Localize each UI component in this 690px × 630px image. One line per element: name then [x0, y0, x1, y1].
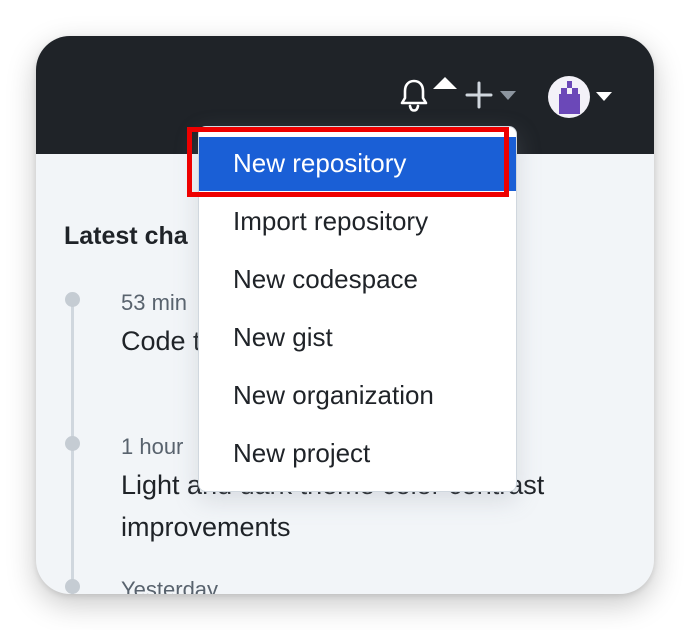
menu-item-new-project[interactable]: New project	[199, 427, 516, 481]
menu-item-new-gist[interactable]: New gist	[199, 311, 516, 365]
avatar	[548, 76, 590, 118]
feed-item-time: 53 min	[121, 290, 188, 315]
user-menu-button[interactable]	[546, 76, 614, 120]
chevron-down-icon	[596, 92, 612, 101]
plus-icon	[465, 81, 493, 109]
menu-item-new-codespace[interactable]: New codespace	[199, 253, 516, 307]
highlight-annotation	[187, 127, 509, 197]
feed-heading: Latest cha	[64, 222, 188, 250]
timeline-dot	[65, 436, 80, 451]
avatar-identicon-icon	[559, 81, 580, 114]
timeline-dot	[65, 579, 80, 594]
notifications-button[interactable]	[398, 78, 430, 112]
menu-item-label: New organization	[233, 380, 434, 410]
bell-icon	[400, 79, 428, 112]
menu-item-new-organization[interactable]: New organization	[199, 369, 516, 423]
menu-item-label: Import repository	[233, 206, 429, 236]
menu-item-label: New codespace	[233, 264, 418, 294]
feed-item-time: Yesterday	[121, 577, 219, 594]
feed-item-time: 1 hour	[121, 434, 184, 459]
menu-item-label: New project	[233, 438, 371, 468]
timeline-dot	[65, 292, 80, 307]
menu-item-import-repository[interactable]: Import repository	[199, 195, 516, 249]
menu-item-label: New gist	[233, 322, 333, 352]
create-new-button[interactable]	[464, 80, 518, 110]
chevron-down-icon	[500, 91, 516, 100]
dropdown-caret	[433, 77, 457, 89]
